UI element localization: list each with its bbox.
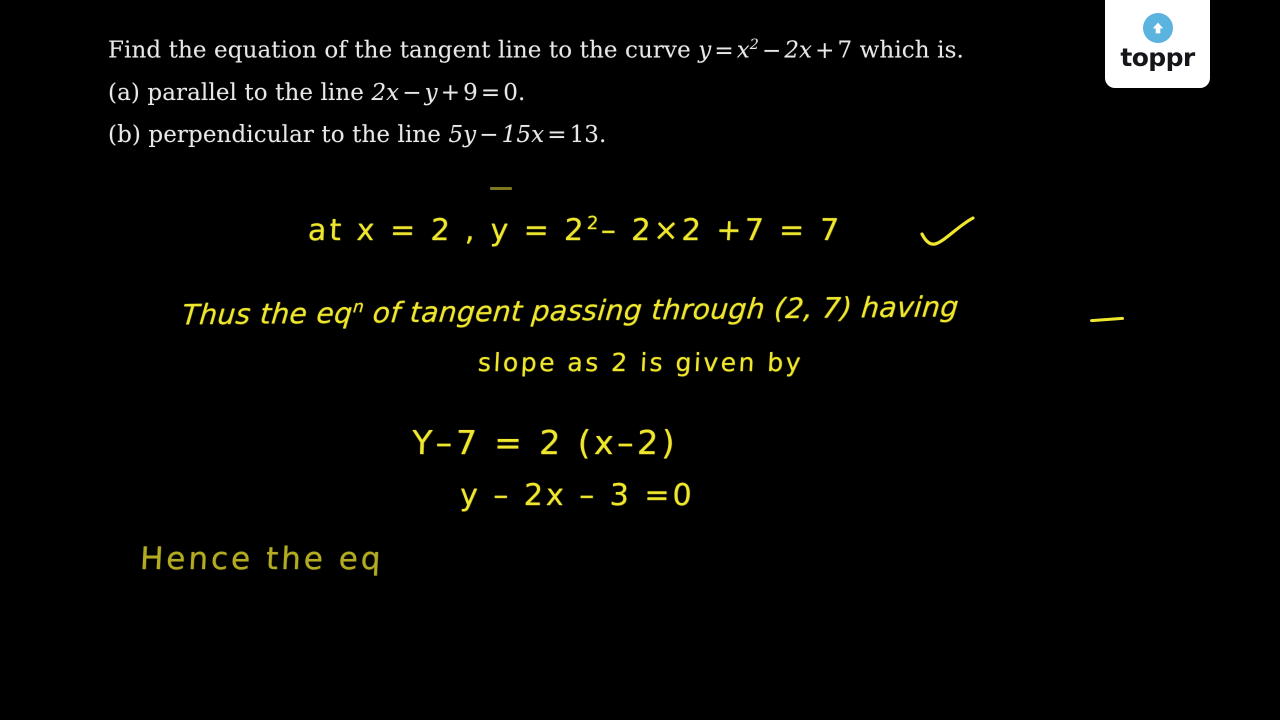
solution-line-2: Thus the eqn of tangent passing through … (180, 290, 960, 331)
part-a-math-2x: 2x (371, 79, 400, 106)
solution-line-1: at x = 2 , y = 22– 2×2 +7 = 7 (307, 213, 843, 248)
part-a-period: . (517, 79, 526, 106)
math-seven: 7 (837, 37, 853, 64)
math-x: x (736, 37, 750, 64)
solution-line-5: y – 2x – 3 =0 (459, 478, 696, 513)
math-plus: + (815, 37, 835, 64)
math-exponent: 2 (749, 37, 759, 53)
part-b-math-5y: 5y (448, 121, 477, 148)
solution-line-2-before-sup: Thus the eq (180, 296, 355, 332)
part-a-label: (a) parallel to the line (108, 79, 372, 106)
up-arrow-circle-icon (1142, 13, 1173, 43)
question-line-1: Find the equation of the tangent line to… (108, 24, 1038, 72)
solution-line-2-after-sup: of tangent passing through (2, 7) having (362, 290, 961, 330)
solution-line-4: Y–7 = 2 (x–2) (411, 423, 679, 462)
part-b-math-15x: 15x (501, 121, 545, 148)
question-line-1-suffix: which is. (852, 37, 964, 64)
toppr-wordmark: toppr (1120, 43, 1195, 72)
solution-line-1-superscript: 2 (586, 213, 602, 234)
part-b-period: . (599, 121, 607, 148)
solution-line-1-before-sup: at x = 2 , y = 2 (307, 213, 588, 248)
part-a-math-minus: − (402, 79, 422, 106)
part-b-math-minus: − (479, 121, 499, 148)
question-block: Find the equation of the tangent line to… (108, 24, 1038, 156)
part-b-label: (b) perpendicular to the line (108, 121, 449, 148)
question-line-3-part-b: (b) perpendicular to the line 5y −15x = 13. (108, 114, 1038, 156)
math-equals: = (714, 37, 734, 64)
math-2x: 2x (784, 37, 813, 64)
part-a-math-equals: = (480, 79, 501, 106)
question-line-2-part-a: (a) parallel to the line 2x − y +9 = 0. (108, 72, 1038, 114)
solution-line-1-after-sup: – 2×2 +7 = 7 (599, 213, 843, 248)
toppr-logo[interactable]: toppr (1105, 0, 1210, 88)
pen-tail-stroke (1089, 316, 1125, 323)
math-y: y (698, 37, 712, 64)
solution-line-6-partial: Hence the eq (139, 541, 385, 577)
stray-pen-mark (490, 187, 512, 190)
part-b-math-equals: = (547, 121, 567, 148)
checkmark-icon (920, 216, 975, 246)
part-a-math-plus: + (440, 79, 461, 106)
question-line-1-prefix: Find the equation of the tangent line to… (108, 37, 699, 64)
math-minus: − (761, 37, 782, 64)
part-a-math-9: 9 (463, 79, 478, 106)
part-a-math-0: 0 (503, 79, 518, 106)
video-frame: Find the equation of the tangent line to… (0, 0, 1280, 720)
part-b-math-13: 13 (569, 121, 600, 148)
part-a-math-y: y (424, 79, 438, 106)
solution-line-3: slope as 2 is given by (477, 348, 804, 377)
